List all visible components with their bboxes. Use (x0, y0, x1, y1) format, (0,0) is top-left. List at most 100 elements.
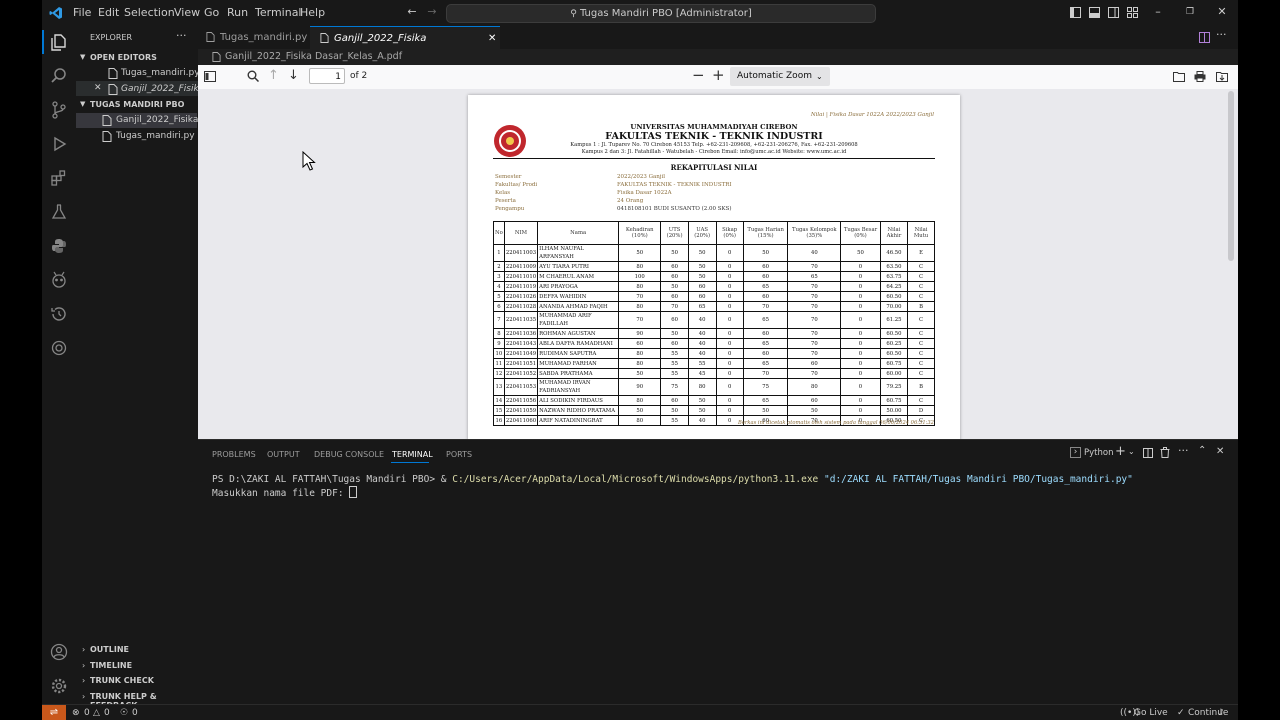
trunk-icon[interactable] (49, 338, 69, 358)
tab-pdf[interactable]: Ganjil_2022_Fisika Dasar_Kelas_A.pdf ✕ (310, 26, 500, 67)
open-file-icon[interactable] (1173, 71, 1185, 82)
menu-go[interactable]: Go (204, 0, 219, 26)
tab-terminal[interactable]: TERMINAL (392, 450, 433, 459)
folder-section[interactable]: TUGAS MANDIRI PBO (90, 100, 184, 109)
split-terminal-icon[interactable] (1143, 448, 1153, 458)
python-icon[interactable] (49, 236, 69, 256)
error-icon[interactable]: ⊗ (72, 705, 80, 720)
menu-file[interactable]: File (73, 0, 91, 26)
chevron-down-icon[interactable]: ▼ (80, 100, 85, 108)
source-control-icon[interactable] (49, 100, 69, 120)
open-editors-section[interactable]: OPEN EDITORS (90, 53, 157, 62)
chevron-right-icon[interactable]: › (82, 661, 85, 670)
page-number-input[interactable]: 1 (309, 68, 345, 84)
error-count[interactable]: 0 (84, 705, 90, 720)
ports-count[interactable]: 0 (132, 705, 138, 720)
info-value: Fisika Dasar 1022A (617, 190, 672, 196)
warning-count[interactable]: 0 (104, 705, 110, 720)
open-editor-item-py[interactable]: Tugas_mandiri.py (121, 68, 200, 78)
table-header-cell: NIM (503, 221, 539, 245)
breadcrumb-file[interactable]: Ganjil_2022_Fisika Dasar_Kelas_A.pdf (225, 49, 402, 65)
next-page-icon[interactable]: ↓ (288, 68, 299, 83)
more-actions-icon[interactable]: ··· (1178, 444, 1189, 457)
toggle-panel-icon[interactable] (1089, 7, 1100, 18)
zoom-select[interactable]: Automatic Zoom ⌄ (730, 67, 830, 86)
forward-arrow-icon[interactable]: → (426, 6, 438, 18)
info-label: Pengampu (495, 206, 525, 212)
back-arrow-icon[interactable]: ← (406, 6, 418, 18)
file-item-py[interactable]: Tugas_mandiri.py (116, 131, 195, 141)
menu-edit[interactable]: Edit (98, 0, 119, 26)
menu-view[interactable]: View (174, 0, 200, 26)
tab-ports[interactable]: PORTS (446, 450, 472, 459)
chevron-right-icon[interactable]: › (82, 645, 85, 654)
menu-run[interactable]: Run (227, 0, 248, 26)
table-cell: 90 (618, 328, 662, 339)
toggle-sidebar-icon[interactable] (1070, 7, 1081, 18)
more-actions-icon[interactable]: ··· (176, 29, 187, 42)
close-window-icon[interactable]: ✕ (1216, 6, 1228, 18)
split-editor-icon[interactable] (1199, 32, 1210, 43)
run-debug-icon[interactable] (49, 134, 69, 154)
menu-terminal[interactable]: Terminal (255, 0, 302, 26)
previous-page-icon[interactable]: ↑ (268, 68, 279, 83)
trunk-check-section[interactable]: TRUNK CHECK (90, 676, 154, 685)
customize-layout-icon[interactable] (1127, 7, 1138, 18)
zoom-out-icon[interactable]: − (692, 66, 705, 84)
account-icon[interactable] (49, 642, 69, 662)
tab-tugas-mandiri[interactable]: Tugas_mandiri.py (198, 26, 311, 49)
remote-indicator-icon[interactable]: ⇌ (42, 705, 66, 720)
table-header-cell: Nama (537, 221, 620, 245)
trash-icon[interactable] (1160, 447, 1170, 458)
table-row: 2 220411009 AYU TIARA PUTRI 80 60 50 0 60 70 0 63.… (493, 261, 935, 272)
tab-output[interactable]: OUTPUT (267, 450, 300, 459)
alien-extension-icon[interactable] (49, 270, 69, 290)
more-actions-icon[interactable]: ··· (1216, 28, 1227, 41)
address-line-2: Kampus 2 dan 3: Jl. Fatahillah - Watubel… (581, 149, 847, 155)
settings-gear-icon[interactable] (49, 676, 69, 696)
chevron-down-icon[interactable]: ▼ (80, 53, 85, 61)
new-terminal-icon[interactable]: + (1115, 444, 1126, 459)
pdf-scrollbar[interactable] (1228, 91, 1234, 261)
extensions-icon[interactable] (49, 168, 69, 188)
zoom-in-icon[interactable]: + (712, 66, 725, 84)
table-header-cell: Nilai Akhir (879, 221, 909, 245)
find-icon[interactable] (247, 70, 259, 82)
table-cell: 60.75 (879, 358, 909, 369)
chevron-right-icon[interactable]: › (82, 676, 85, 685)
chevron-right-icon[interactable]: › (82, 692, 85, 701)
timeline-section[interactable]: TIMELINE (90, 661, 132, 670)
toggle-secondary-sidebar-icon[interactable] (1108, 7, 1119, 18)
maximize-icon[interactable]: ❐ (1184, 6, 1196, 18)
open-editor-item-pdf[interactable]: Ganjil_2022_Fisik... (121, 84, 207, 94)
outline-section[interactable]: OUTLINE (90, 645, 129, 654)
tab-debug-console[interactable]: DEBUG CONSOLE (314, 450, 384, 459)
chevron-down-icon[interactable]: ⌄ (1128, 447, 1135, 456)
close-icon[interactable]: ✕ (94, 83, 102, 93)
file-item-pdf[interactable]: Ganjil_2022_Fisika... (116, 115, 207, 125)
maximize-panel-icon[interactable]: ⌃ (1198, 445, 1206, 456)
print-icon[interactable] (1194, 71, 1206, 82)
warning-icon[interactable]: △ (93, 705, 100, 720)
explorer-icon[interactable] (49, 32, 69, 52)
close-tab-icon[interactable]: ✕ (488, 27, 496, 50)
history-icon[interactable] (49, 304, 69, 324)
sidebar-toggle-icon[interactable] (204, 71, 216, 82)
ports-icon[interactable]: ☉ (120, 705, 128, 720)
terminal-cursor[interactable] (349, 486, 358, 498)
menu-selection[interactable]: Selection (124, 0, 175, 26)
search-icon[interactable] (49, 66, 69, 86)
table-cell: AYU TIARA PUTRI (537, 261, 620, 272)
continue-icon[interactable]: ✓ (1177, 705, 1185, 720)
notifications-bell-icon[interactable]: ♪ (1218, 705, 1224, 720)
command-center-search[interactable]: ⚲ Tugas Mandiri PBO [Administrator] (446, 4, 876, 23)
save-icon[interactable] (1216, 71, 1228, 82)
testing-flask-icon[interactable] (49, 202, 69, 222)
terminal-output[interactable]: PS D:\ZAKI AL FATTAH\Tugas Mandiri PBO> … (212, 474, 1133, 500)
minimize-icon[interactable]: – (1152, 6, 1164, 18)
go-live-button[interactable]: Go Live (1134, 705, 1168, 720)
tab-problems[interactable]: PROBLEMS (212, 450, 256, 459)
close-panel-icon[interactable]: ✕ (1216, 446, 1224, 457)
menu-help[interactable]: Help (300, 0, 325, 26)
terminal-shell-label[interactable]: Python (1084, 448, 1113, 458)
